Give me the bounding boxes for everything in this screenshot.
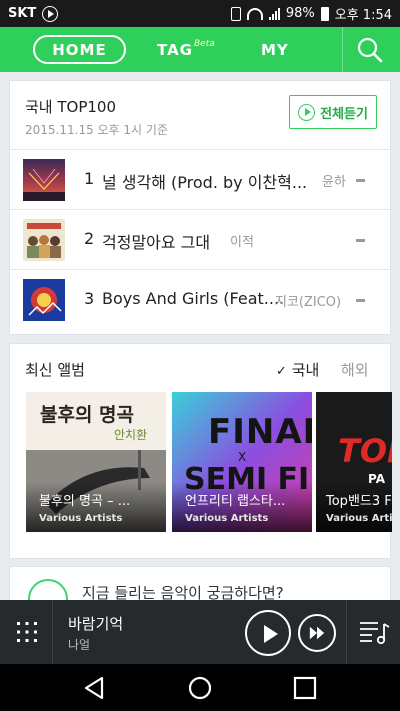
chart-rank: 2 <box>84 229 95 248</box>
tab-domestic-label: 국내 <box>291 361 320 379</box>
playlist-icon[interactable] <box>358 618 390 646</box>
album-cover-title: TOP <box>338 432 392 470</box>
tab-foreign[interactable]: 해외 <box>341 359 369 380</box>
tab-home[interactable]: HOME <box>33 35 126 64</box>
clock: 오후 1:54 <box>334 8 392 23</box>
album-thumbnail <box>23 159 65 201</box>
chart-rank: 3 <box>84 289 95 308</box>
back-icon[interactable] <box>82 675 108 701</box>
play-circle-icon <box>298 103 316 121</box>
home-icon[interactable] <box>187 675 213 701</box>
tab-tag[interactable]: TAG Beta <box>157 35 215 64</box>
play-button[interactable] <box>245 610 291 656</box>
album-title: 불후의 명곡 – ... <box>39 494 131 509</box>
now-playing-artist: 나얼 <box>68 638 91 652</box>
album-artist: Various Artists <box>185 513 269 524</box>
artist-name: 이적 <box>230 235 254 250</box>
album-card[interactable]: TOP PA Top밴드3 F Various Artists <box>316 392 392 532</box>
album-title: 언프리티 랩스타... <box>185 494 286 509</box>
tab-home-label: HOME <box>52 40 107 59</box>
app-header: HOME TAG Beta MY <box>0 27 400 72</box>
album-cover-subtitle: 안치환 <box>114 428 148 442</box>
top100-card: 국내 TOP100 2015.11.15 오후 1시 기준 전체듣기 1 널 생… <box>9 80 391 335</box>
song-title: 걱정말아요 그대 <box>102 233 211 252</box>
status-bar: SKT 98% 오후 1:54 <box>0 0 400 27</box>
wifi-icon <box>246 7 263 20</box>
search-icon[interactable] <box>356 36 384 64</box>
artist-name: 지코(ZICO) <box>275 295 342 310</box>
new-albums-title: 최신 앨범 <box>25 361 85 379</box>
new-albums-card: 최신 앨범 ✓ 국내 해외 불후의 명곡 안치환 불후의 명곡 – ... Va… <box>9 343 392 559</box>
header-divider <box>342 27 343 72</box>
chart-rank: 1 <box>84 169 95 188</box>
album-cover-title: 불후의 명곡 <box>40 404 135 426</box>
check-icon: ✓ <box>276 364 287 379</box>
artist-name: 윤하 <box>322 175 346 190</box>
tab-domestic[interactable]: ✓ 국내 <box>276 359 319 380</box>
recent-apps-icon[interactable] <box>292 675 318 701</box>
chart-row[interactable]: 2 걱정말아요 그대 이적 <box>10 209 390 269</box>
carrier-label: SKT <box>8 6 37 21</box>
album-card[interactable]: 불후의 명곡 안치환 불후의 명곡 – ... Various Artists <box>26 392 166 532</box>
signal-icon <box>268 7 280 20</box>
media-playing-icon <box>42 5 59 22</box>
top100-timestamp: 2015.11.15 오후 1시 기준 <box>25 123 168 137</box>
album-card[interactable]: FINAL X SEMI FINAL 언프리티 랩스타... Various A… <box>172 392 312 532</box>
battery-percent: 98% <box>285 6 315 21</box>
rank-unchanged-icon <box>356 179 365 182</box>
album-thumbnail <box>23 219 65 261</box>
play-all-button[interactable]: 전체듣기 <box>289 95 377 129</box>
album-artist: Various Artists <box>39 513 123 524</box>
mini-player: 바람기억 나얼 <box>0 600 400 664</box>
album-title: Top밴드3 F <box>326 494 392 509</box>
top100-title: 국내 TOP100 <box>25 98 117 116</box>
chart-row[interactable]: 1 널 생각해 (Prod. by 이찬혁... 윤하 <box>10 149 390 209</box>
beta-badge: Beta <box>194 38 215 49</box>
now-playing-title[interactable]: 바람기억 <box>68 613 123 634</box>
album-cover-title: FINAL <box>208 412 312 452</box>
play-all-label: 전체듣기 <box>320 106 368 122</box>
tab-my[interactable]: MY <box>261 35 289 64</box>
system-nav-bar <box>0 664 400 711</box>
menu-grid-icon[interactable] <box>16 621 38 643</box>
album-artist: Various Artists <box>326 513 392 524</box>
album-thumbnail <box>23 279 65 321</box>
song-title: Boys And Girls (Feat.... <box>102 289 285 308</box>
rank-unchanged-icon <box>356 299 365 302</box>
rank-unchanged-icon <box>356 239 365 242</box>
tab-my-label: MY <box>261 40 289 59</box>
vibrate-icon <box>230 6 241 21</box>
battery-icon <box>320 6 329 21</box>
chart-row[interactable]: 3 Boys And Girls (Feat.... 지코(ZICO) <box>10 269 390 329</box>
song-title: 널 생각해 (Prod. by 이찬혁... <box>102 173 308 192</box>
tab-tag-label: TAG <box>157 40 193 59</box>
next-track-icon[interactable] <box>298 614 336 652</box>
